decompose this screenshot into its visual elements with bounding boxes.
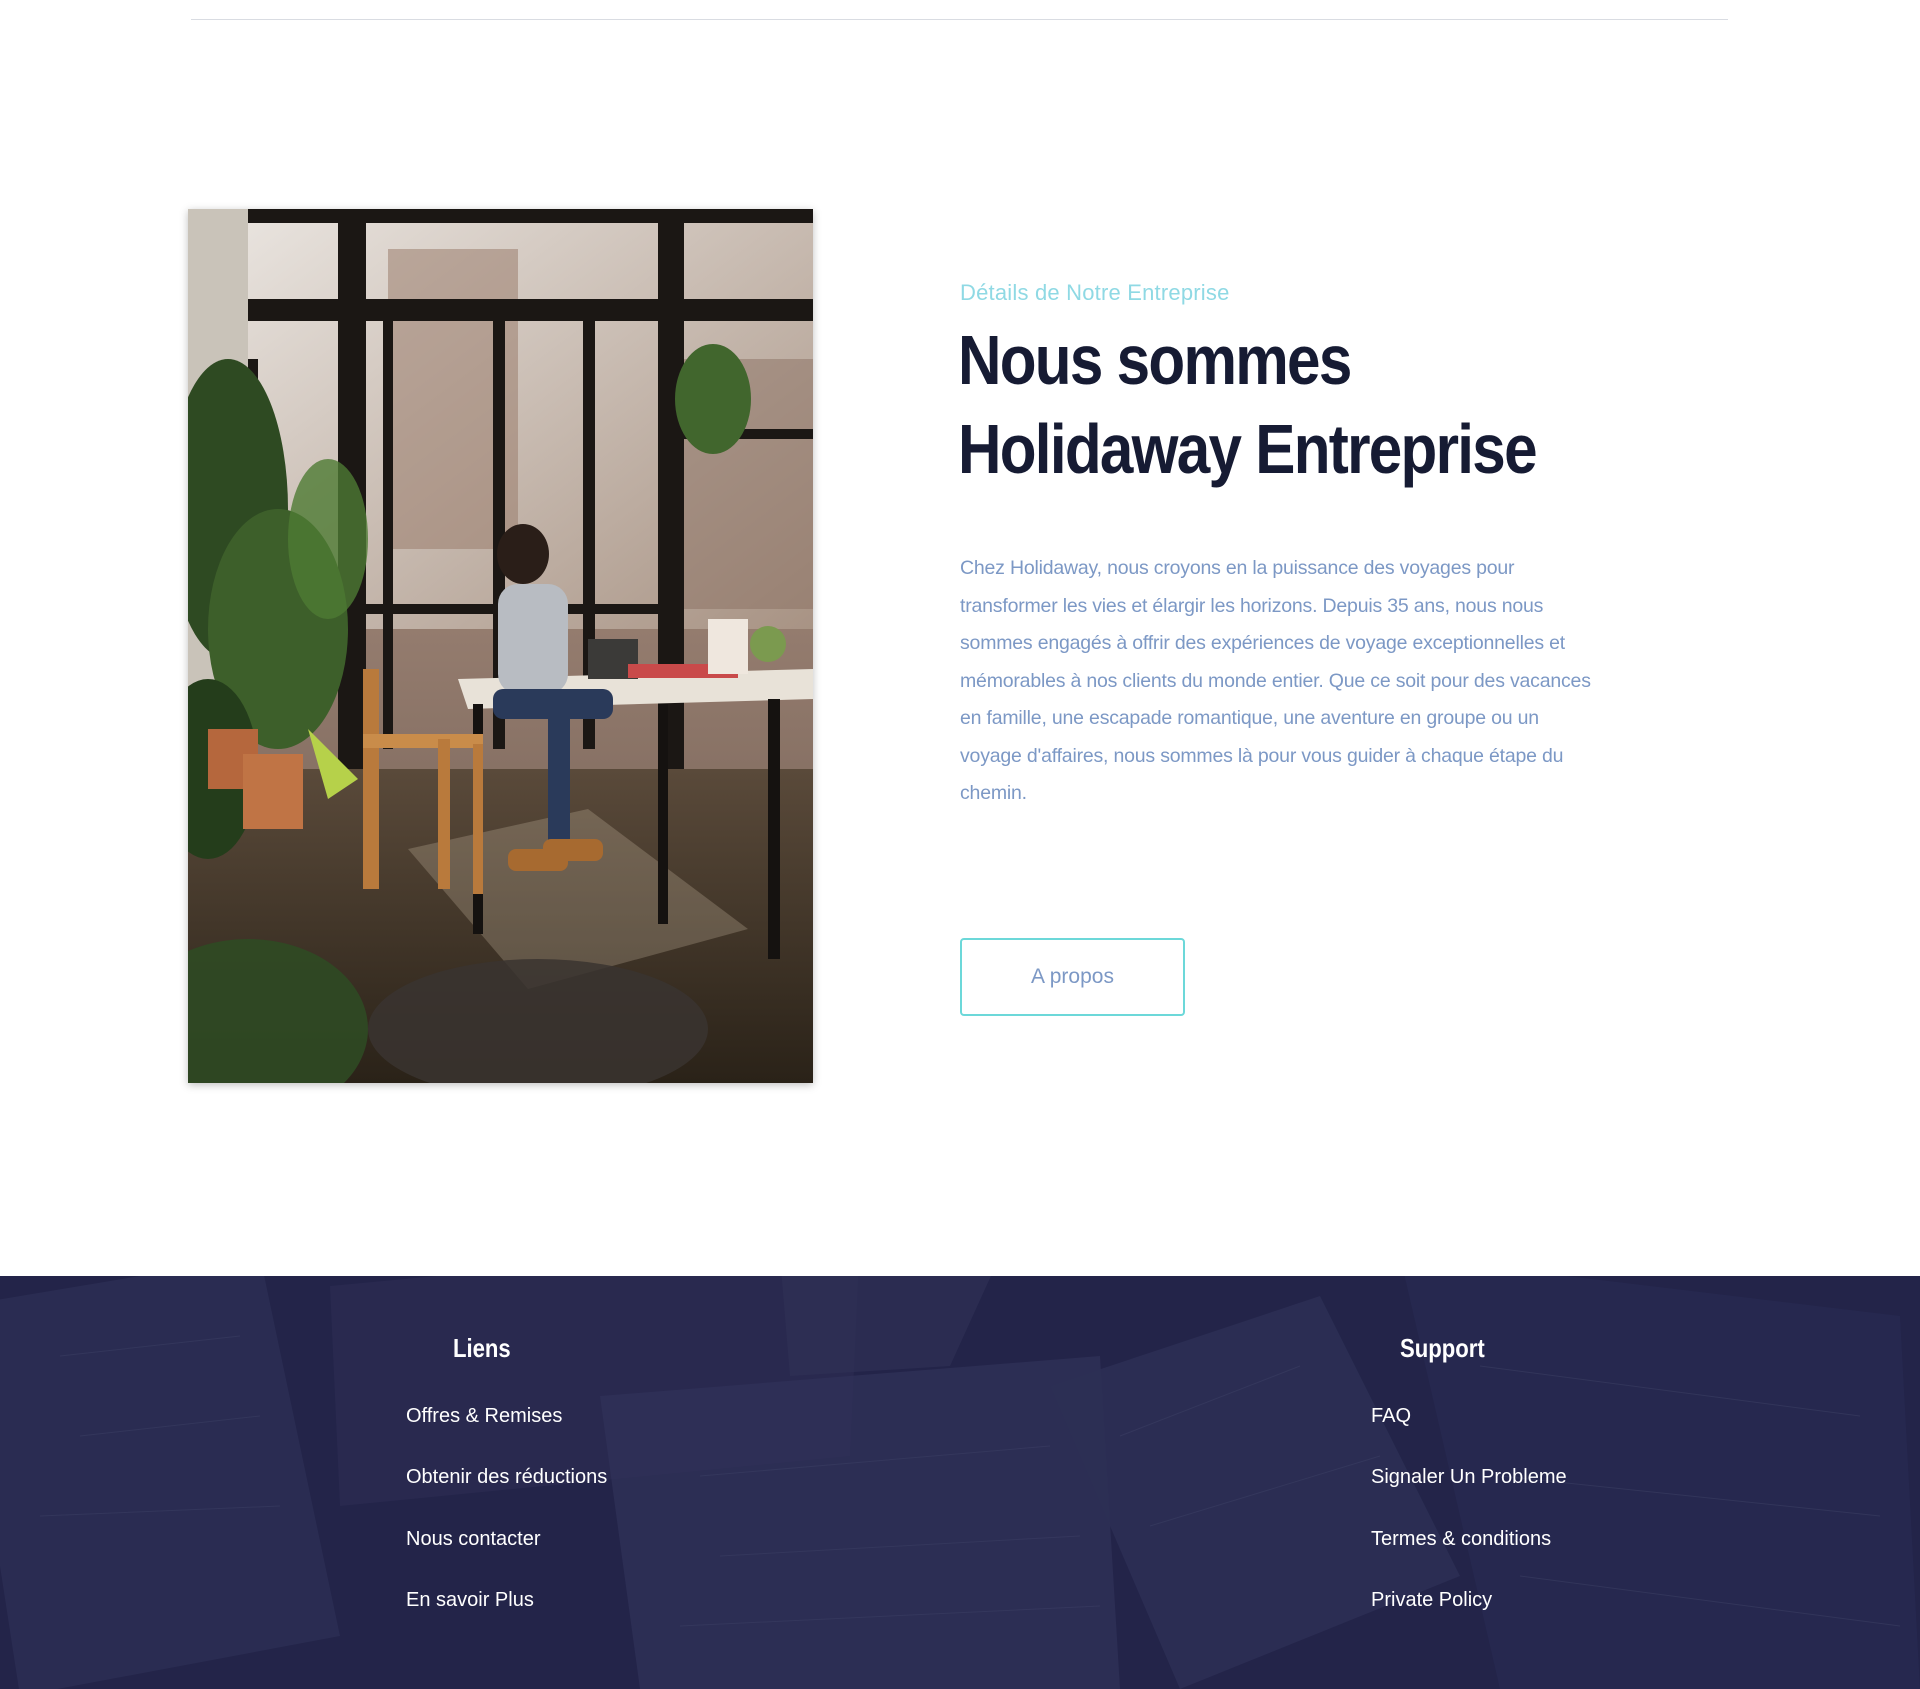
footer-link-offres[interactable]: Offres & Remises xyxy=(406,1405,562,1428)
footer-link-faq[interactable]: FAQ xyxy=(1371,1405,1411,1428)
footer-link-contact[interactable]: Nous contacter xyxy=(406,1528,541,1551)
footer-links-title: Liens xyxy=(453,1333,511,1363)
footer-map-background xyxy=(0,1276,1920,1689)
section-headline: Nous sommes Holidaway Entreprise xyxy=(958,316,1577,494)
footer-link-termes-conditions[interactable]: Termes & conditions xyxy=(1371,1528,1551,1551)
footer-link-reductions[interactable]: Obtenir des réductions xyxy=(406,1466,607,1489)
headline-line-1: Nous sommes xyxy=(958,321,1352,399)
footer-link-private-policy[interactable]: Private Policy xyxy=(1371,1589,1492,1612)
about-button[interactable]: A propos xyxy=(960,938,1185,1016)
footer-link-en-savoir-plus[interactable]: En savoir Plus xyxy=(406,1589,534,1612)
site-footer: Liens Offres & Remises Obtenir des réduc… xyxy=(0,1276,1920,1689)
headline-line-2: Holidaway Entreprise xyxy=(958,410,1538,488)
footer-support-title: Support xyxy=(1400,1333,1485,1363)
office-photo xyxy=(188,209,813,1083)
section-description: Chez Holidaway, nous croyons en la puiss… xyxy=(960,557,1591,804)
section-eyebrow: Détails de Notre Entreprise xyxy=(960,280,1230,305)
footer-link-signaler-probleme[interactable]: Signaler Un Probleme xyxy=(1371,1466,1567,1489)
top-divider xyxy=(191,19,1728,20)
